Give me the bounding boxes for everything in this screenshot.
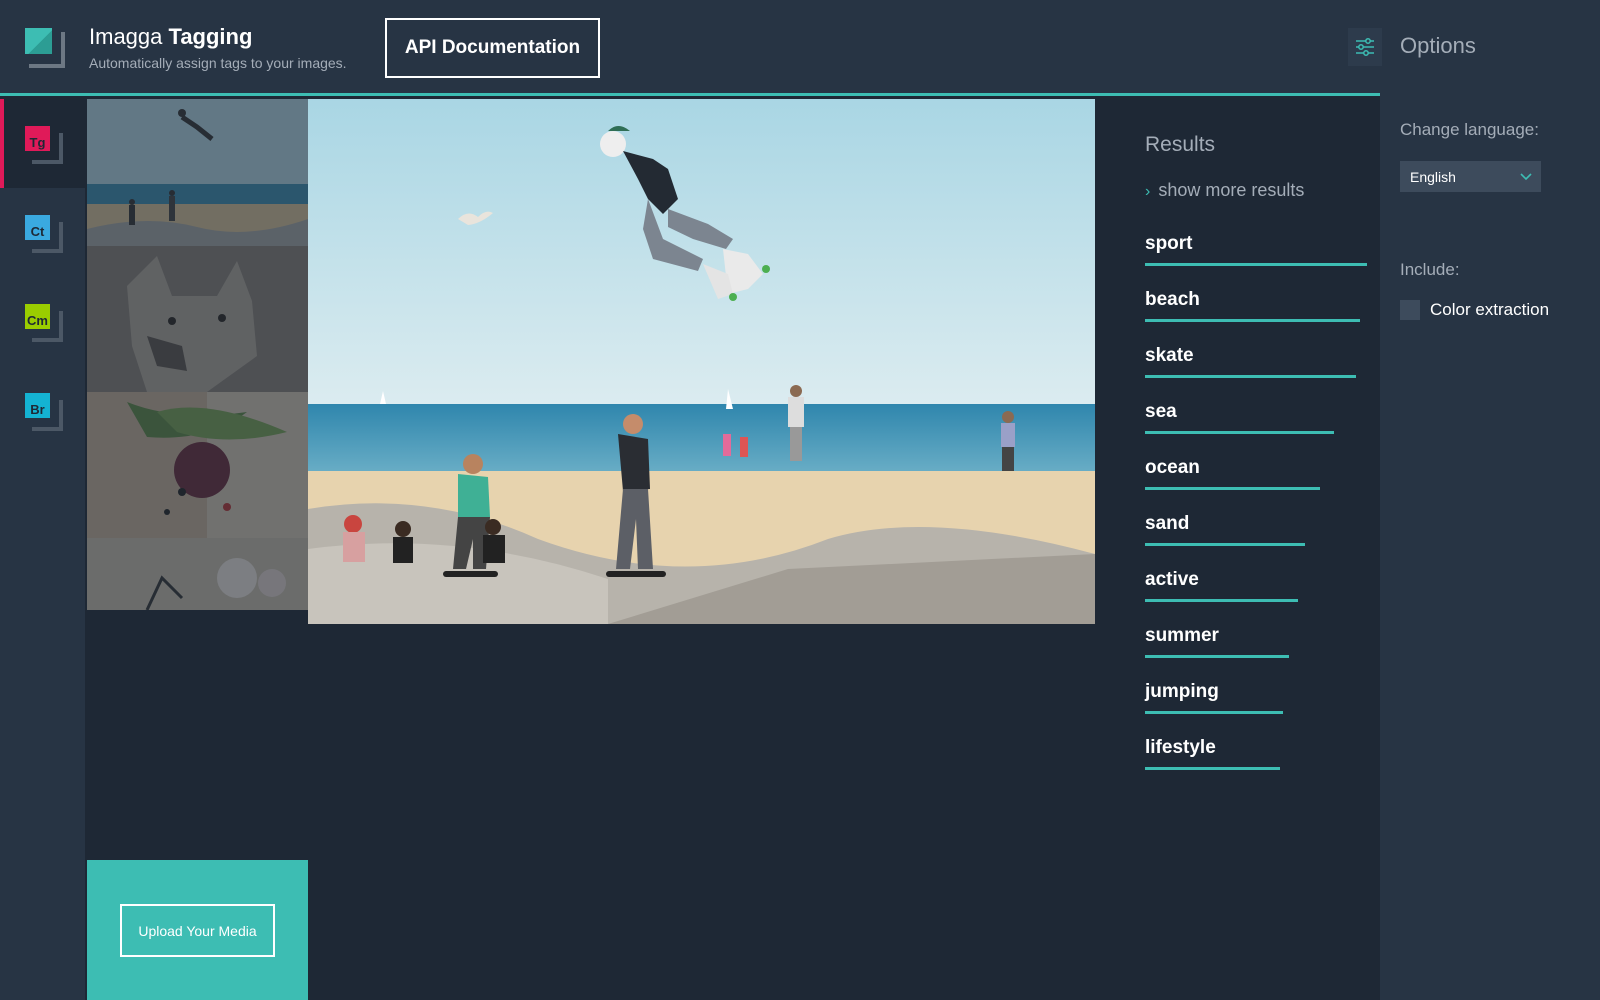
tag-label: jumping [1145, 681, 1219, 702]
sample-thumbnails [87, 99, 308, 610]
language-select[interactable]: English [1400, 161, 1541, 192]
tag-confidence-bar [1145, 655, 1289, 658]
tag-confidence-bar [1145, 711, 1283, 714]
tag-item[interactable]: jumping [1145, 681, 1367, 714]
color-icon: Cm [25, 304, 63, 342]
imagga-logo-icon [25, 28, 65, 68]
tag-confidence-bar [1145, 319, 1360, 322]
thumbnail-flowers[interactable] [87, 538, 308, 610]
nav-code: Cm [25, 304, 50, 329]
app-title: Imagga Tagging [89, 24, 252, 50]
tag-item[interactable]: sport [1145, 233, 1367, 266]
tag-item[interactable]: ocean [1145, 457, 1367, 490]
categorization-icon: Ct [25, 215, 63, 253]
product-sidebar: Tg Ct Cm Br [0, 99, 85, 1000]
color-extraction-checkbox[interactable] [1400, 300, 1420, 320]
color-extraction-label: Color extraction [1430, 300, 1550, 319]
thumbnail-wolf[interactable] [87, 246, 308, 392]
show-more-label: show more results [1158, 180, 1305, 200]
app-header: Imagga Tagging Automatically assign tags… [0, 0, 1380, 96]
tag-confidence-bar [1145, 487, 1320, 490]
tag-label: lifestyle [1145, 737, 1216, 758]
change-language-label: Change language: [1400, 120, 1539, 139]
product-name: Tagging [168, 24, 253, 49]
tag-item[interactable]: summer [1145, 625, 1367, 658]
tag-label: beach [1145, 289, 1200, 310]
results-title: Results [1145, 133, 1216, 156]
tag-confidence-bar [1145, 543, 1305, 546]
tag-label: summer [1145, 625, 1219, 646]
api-documentation-button[interactable]: API Documentation [385, 18, 600, 78]
tag-label: sand [1145, 513, 1190, 534]
thumbnail-skate[interactable] [87, 99, 308, 246]
sliders-icon [1356, 38, 1374, 56]
tagging-icon: Tg [25, 126, 63, 164]
nav-code: Ct [25, 215, 50, 240]
tag-item[interactable]: beach [1145, 289, 1367, 322]
nav-code: Tg [25, 126, 50, 151]
brand-name: Imagga [89, 24, 163, 49]
tag-label: ocean [1145, 457, 1200, 478]
nav-code: Br [25, 393, 50, 418]
tag-label: skate [1145, 345, 1194, 366]
tag-item[interactable]: sand [1145, 513, 1367, 546]
tag-label: sea [1145, 401, 1177, 422]
options-panel: Options Change language: English Include… [1348, 0, 1600, 1000]
tag-item[interactable]: lifestyle [1145, 737, 1367, 770]
sidebar-item-brand[interactable]: Br [0, 366, 85, 455]
upload-panel: Upload Your Media [87, 860, 308, 1000]
sidebar-item-tagging[interactable]: Tg [0, 99, 85, 188]
app-subtitle: Automatically assign tags to your images… [89, 55, 347, 71]
tag-item[interactable]: sea [1145, 401, 1367, 434]
tag-confidence-bar [1145, 431, 1334, 434]
chevron-down-icon [1520, 173, 1532, 181]
sidebar-item-categorization[interactable]: Ct [0, 188, 85, 277]
brand-icon: Br [25, 393, 63, 431]
include-label: Include: [1400, 260, 1460, 279]
language-value: English [1410, 168, 1456, 185]
show-more-results-link[interactable]: › show more results [1145, 180, 1304, 201]
thumbnail-vegetables[interactable] [87, 392, 308, 538]
results-panel: Results › show more results sport beach ska… [1145, 133, 1375, 770]
tag-confidence-bar [1145, 599, 1298, 602]
tag-label: active [1145, 569, 1199, 590]
sidebar-item-color[interactable]: Cm [0, 277, 85, 366]
upload-media-button[interactable]: Upload Your Media [120, 904, 275, 957]
options-toggle-button[interactable] [1348, 28, 1382, 66]
options-title: Options [1400, 33, 1476, 58]
tag-item[interactable]: active [1145, 569, 1367, 602]
tag-confidence-bar [1145, 767, 1280, 770]
selected-image [308, 99, 1095, 624]
tag-confidence-bar [1145, 375, 1356, 378]
tag-item[interactable]: skate [1145, 345, 1367, 378]
tag-confidence-bar [1145, 263, 1367, 266]
chevron-right-icon: › [1145, 183, 1151, 200]
tag-label: sport [1145, 233, 1193, 254]
skateboard-beach-photo [308, 99, 1095, 624]
